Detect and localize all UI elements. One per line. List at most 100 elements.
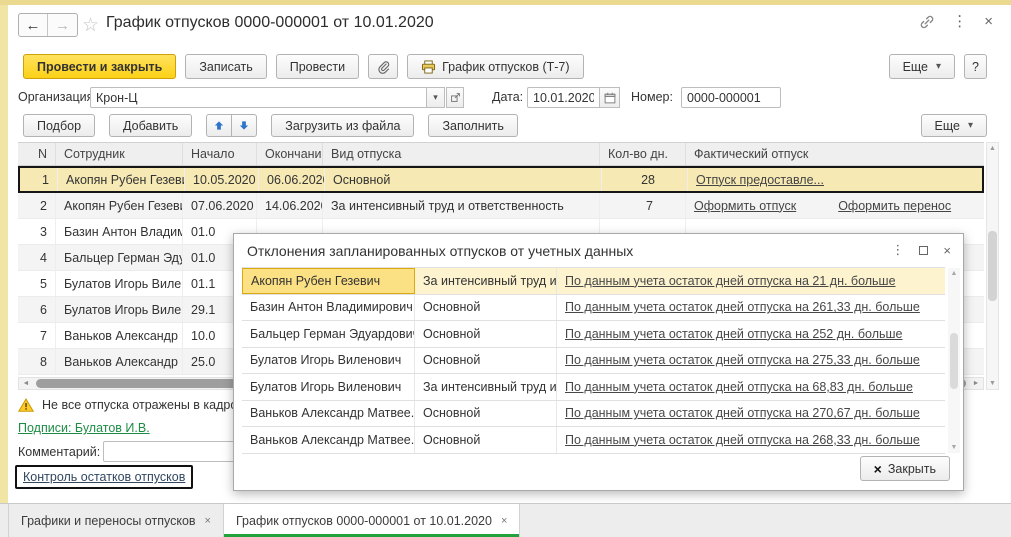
header-actual: Фактический отпуск xyxy=(686,143,984,165)
save-button[interactable]: Записать xyxy=(185,54,266,79)
header-vacation-type: Вид отпуска xyxy=(323,143,600,165)
tab-close-icon[interactable]: × xyxy=(205,515,211,527)
attachments-button[interactable] xyxy=(368,54,398,79)
header-start: Начало xyxy=(183,143,257,165)
scroll-right-icon[interactable]: ► xyxy=(969,380,983,387)
calendar-icon xyxy=(604,92,616,104)
table-row[interactable]: 2Акопян Рубен Гезевич 07.06.202014.06.20… xyxy=(18,193,984,219)
arrow-down-icon xyxy=(238,119,250,132)
deviation-row[interactable]: Акопян Рубен Гезевич За интенсивный труд… xyxy=(242,268,945,295)
header-days: Кол-во дн. xyxy=(600,143,686,165)
vertical-scrollbar[interactable]: ▲ ▼ xyxy=(986,142,999,390)
load-from-file-button[interactable]: Загрузить из файла xyxy=(271,114,414,137)
window-close-icon[interactable]: × xyxy=(984,12,993,32)
table-toolbar: Подбор Добавить Загрузить из файла Запол… xyxy=(23,114,518,137)
more-button-top[interactable]: Еще▾ xyxy=(889,54,955,79)
help-button[interactable]: ? xyxy=(964,54,987,79)
tab-close-icon[interactable]: × xyxy=(501,515,507,527)
scroll-up-icon[interactable]: ▲ xyxy=(989,145,996,152)
printer-icon xyxy=(421,60,436,74)
header-end: Окончание xyxy=(257,143,323,165)
table-row[interactable]: 1Акопян Рубен Гезевич 10.05.202006.06.20… xyxy=(18,166,984,193)
organization-field[interactable] xyxy=(90,87,427,108)
scroll-up-icon[interactable]: ▲ xyxy=(951,270,958,277)
deviations-list: Акопян Рубен Гезевич За интенсивный труд… xyxy=(242,267,945,454)
scroll-down-icon[interactable]: ▼ xyxy=(951,444,958,451)
date-calendar-button[interactable] xyxy=(600,87,620,108)
organization-dropdown-button[interactable]: ▾ xyxy=(427,87,445,108)
deviation-message-link[interactable]: По данным учета остаток дней отпуска на … xyxy=(565,327,903,341)
deviation-message-link[interactable]: По данным учета остаток дней отпуска на … xyxy=(565,274,896,288)
header-n: N xyxy=(18,143,56,165)
deviation-message-link[interactable]: По данным учета остаток дней отпуска на … xyxy=(565,300,920,314)
pick-button[interactable]: Подбор xyxy=(23,114,95,137)
vertical-scrollbar-thumb[interactable] xyxy=(988,231,997,301)
deviation-message-link[interactable]: По данным учета остаток дней отпуска на … xyxy=(565,380,913,394)
post-and-close-button[interactable]: Провести и закрыть xyxy=(23,54,176,79)
favorite-star-icon[interactable]: ☆ xyxy=(82,14,99,37)
scroll-left-icon[interactable]: ◄ xyxy=(19,380,33,387)
dialog-title: Отклонения запланированных отпусков от у… xyxy=(247,243,633,259)
signatures-link[interactable]: Подписи: Булатов И.В. xyxy=(18,421,150,435)
dialog-controls: ⋮ × xyxy=(891,242,951,258)
post-button[interactable]: Провести xyxy=(276,54,359,79)
bottom-tab-bar: Графики и переносы отпусков × График отп… xyxy=(0,503,1011,537)
chevron-down-icon: ▾ xyxy=(936,61,941,72)
move-down-button[interactable] xyxy=(232,114,257,137)
tab-vacation-schedules-list[interactable]: Графики и переносы отпусков × xyxy=(8,504,224,537)
move-up-button[interactable] xyxy=(206,114,232,137)
deviation-row[interactable]: Ваньков Александр Матвее... Основной По … xyxy=(242,401,945,428)
deviation-message-link[interactable]: По данным учета остаток дней отпуска на … xyxy=(565,406,920,420)
number-field[interactable] xyxy=(681,87,781,108)
window-left-strip xyxy=(0,5,8,503)
window-top-strip xyxy=(0,0,1011,5)
paperclip-icon xyxy=(376,60,390,74)
vacation-balance-control-link[interactable]: Контроль остатков отпусков xyxy=(23,470,185,484)
add-button[interactable]: Добавить xyxy=(109,114,192,137)
deviation-row[interactable]: Булатов Игорь Виленович За интенсивный т… xyxy=(242,374,945,401)
dialog-close-icon[interactable]: × xyxy=(943,243,951,258)
dialog-scrollbar-thumb[interactable] xyxy=(950,333,958,389)
page-title: График отпусков 0000-000001 от 10.01.202… xyxy=(106,14,434,32)
comment-label: Комментарий: xyxy=(18,445,100,459)
close-x-icon: × xyxy=(874,461,882,477)
deviation-row[interactable]: Бальцер Герман Эдуардович Основной По да… xyxy=(242,321,945,348)
table-toolbar-right: Еще▾ xyxy=(921,114,987,137)
tab-vacation-schedule-document[interactable]: График отпусков 0000-000001 от 10.01.202… xyxy=(224,504,520,537)
deviation-row[interactable]: Базин Антон Владимирович Основной По дан… xyxy=(242,295,945,322)
get-link-icon[interactable] xyxy=(919,14,935,30)
dialog-menu-icon[interactable]: ⋮ xyxy=(891,242,904,258)
deviation-message-link[interactable]: По данным учета остаток дней отпуска на … xyxy=(565,353,920,367)
deviations-dialog: Отклонения запланированных отпусков от у… xyxy=(233,233,964,491)
warning-text: Не все отпуска отражены в кадро xyxy=(42,398,237,412)
nav-history-group: ← → xyxy=(18,13,78,37)
make-vacation-link[interactable]: Оформить отпуск xyxy=(694,199,796,213)
date-label: Дата: xyxy=(492,90,523,104)
date-field[interactable] xyxy=(527,87,600,108)
open-icon xyxy=(450,92,461,103)
dialog-maximize-icon[interactable] xyxy=(919,246,928,255)
arrow-up-icon xyxy=(213,119,225,132)
deviation-row[interactable]: Булатов Игорь Виленович Основной По данн… xyxy=(242,348,945,375)
vacation-granted-link[interactable]: Отпуск предоставле... xyxy=(696,173,824,187)
organization-open-button[interactable] xyxy=(446,87,464,108)
command-bar: Провести и закрыть Записать Провести Гра… xyxy=(23,54,584,79)
back-button[interactable]: ← xyxy=(19,14,48,36)
dialog-close-button[interactable]: × Закрыть xyxy=(860,456,950,481)
deviation-message-link[interactable]: По данным учета остаток дней отпуска на … xyxy=(565,433,920,447)
scroll-down-icon[interactable]: ▼ xyxy=(989,380,996,387)
fill-button[interactable]: Заполнить xyxy=(428,114,517,137)
window-menu-icon[interactable]: ⋮ xyxy=(952,12,967,32)
more-button-table[interactable]: Еще▾ xyxy=(921,114,987,137)
control-link-focus-box: Контроль остатков отпусков xyxy=(15,465,193,489)
chevron-down-icon: ▾ xyxy=(968,120,973,131)
deviation-row[interactable]: Ваньков Александр Матвее... Основной По … xyxy=(242,427,945,454)
window-controls: ⋮ × xyxy=(919,12,993,32)
print-t7-button[interactable]: График отпусков (Т-7) xyxy=(407,54,583,79)
organization-label: Организация: xyxy=(18,90,97,104)
make-transfer-link[interactable]: Оформить перенос xyxy=(838,199,951,213)
command-bar-right: Еще▾ ? xyxy=(889,54,987,79)
forward-button[interactable]: → xyxy=(48,14,77,36)
move-buttons-group xyxy=(206,114,257,137)
dialog-scrollbar[interactable]: ▲ ▼ xyxy=(948,268,960,453)
